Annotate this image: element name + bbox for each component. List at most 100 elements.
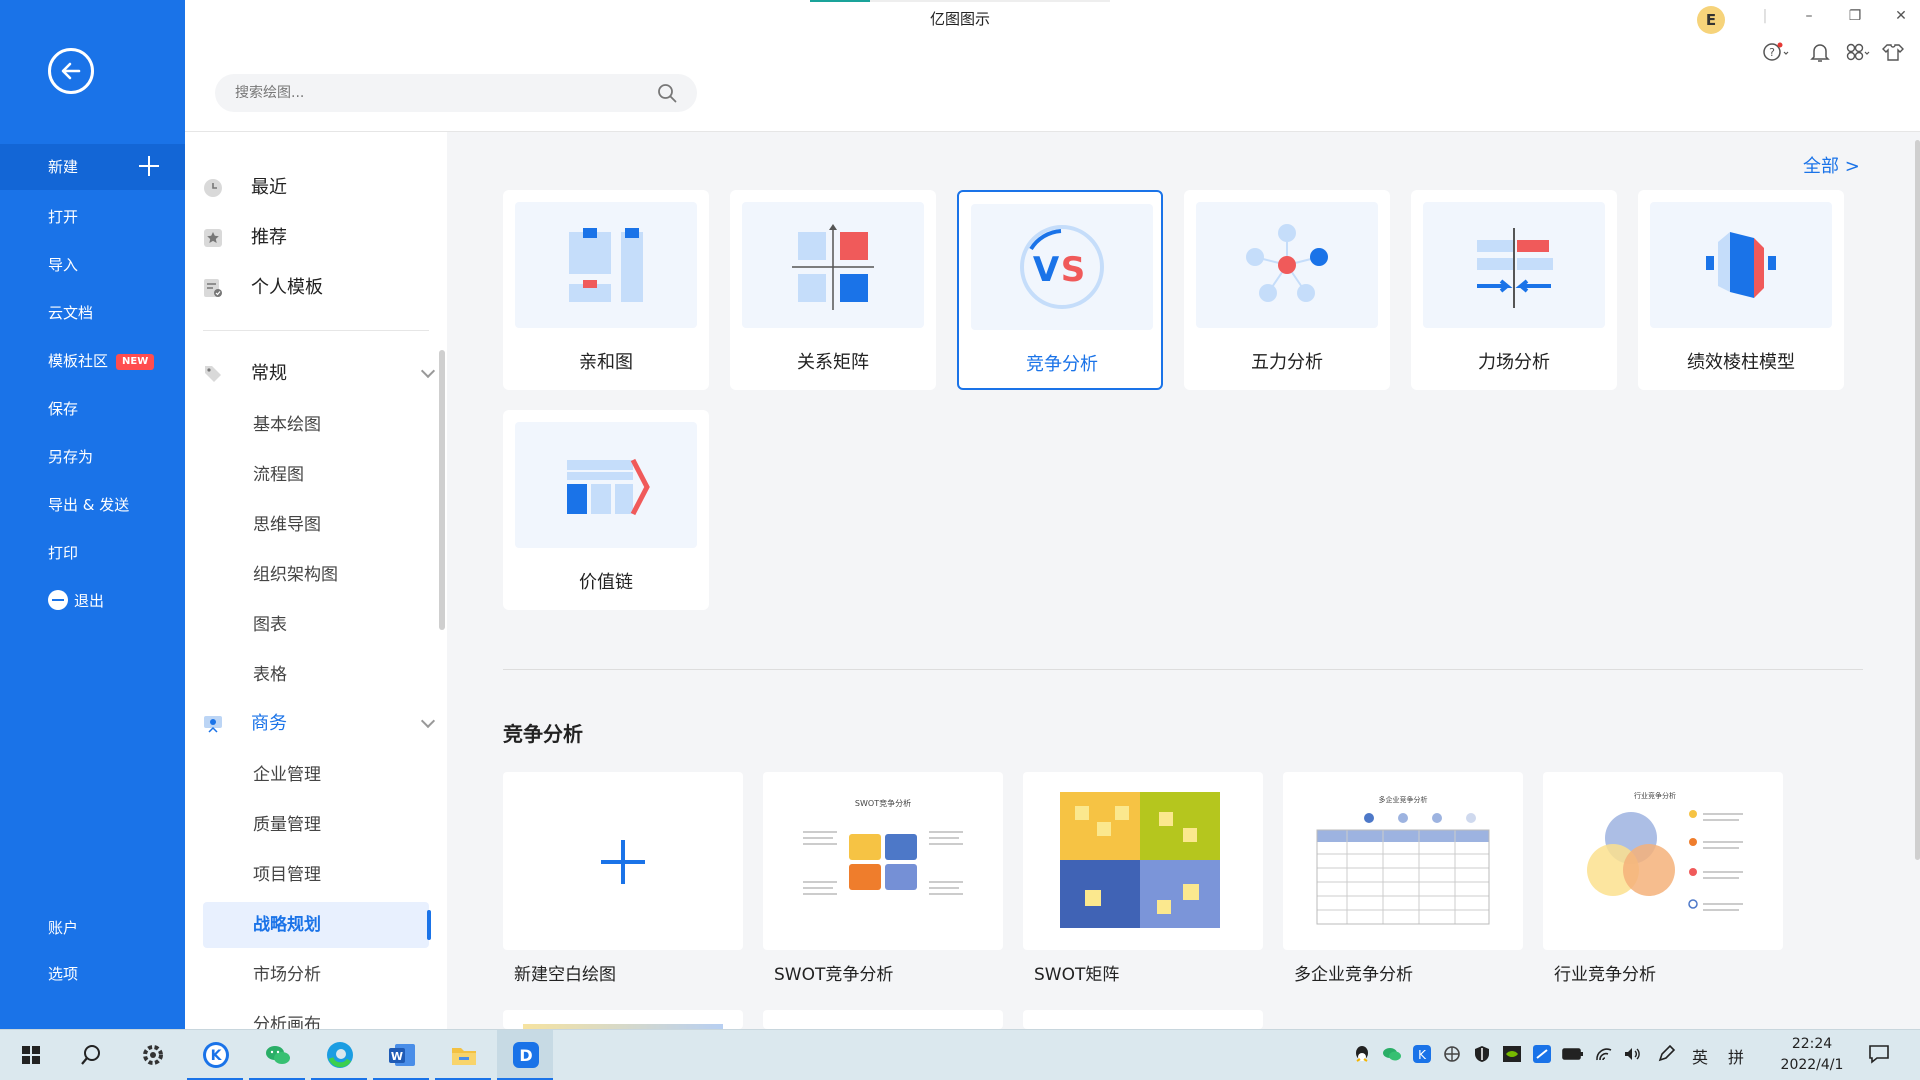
example-card-partial[interactable] — [1023, 1010, 1263, 1029]
ime-mode-indicator[interactable]: 拼 — [1728, 1044, 1744, 1068]
template-label: 五力分析 — [1251, 352, 1323, 373]
word-icon: W — [389, 1044, 415, 1066]
category-general[interactable]: 常规 — [203, 352, 443, 396]
svg-text:K: K — [1418, 1048, 1427, 1062]
arrow-left-icon — [61, 62, 81, 80]
shield-tray-icon[interactable] — [1472, 1044, 1492, 1068]
example-card-partial[interactable] — [763, 1010, 1003, 1029]
template-card-performance-prism[interactable]: 绩效棱柱模型 — [1638, 190, 1844, 390]
template-label: 关系矩阵 — [797, 352, 869, 373]
template-card-affinity[interactable]: 亲和图 — [503, 190, 709, 390]
category-business[interactable]: 商务 — [203, 702, 443, 746]
subcategory-chart[interactable]: 图表 — [203, 602, 429, 648]
close-button[interactable]: ✕ — [1889, 8, 1913, 24]
category-scrollbar[interactable] — [439, 350, 445, 630]
taskbar-settings[interactable] — [124, 1030, 180, 1080]
k-tray-icon[interactable]: K — [1412, 1044, 1432, 1068]
qq-tray-icon[interactable] — [1352, 1044, 1372, 1068]
taskbar-app-k[interactable]: K — [187, 1030, 243, 1080]
minimize-button[interactable]: – — [1797, 8, 1821, 24]
sidebar-item-cloud[interactable]: 云文档 — [0, 290, 185, 336]
help-icon[interactable]: ? — [1763, 42, 1789, 62]
restore-button[interactable]: ❐ — [1843, 8, 1867, 24]
template-card-five-forces[interactable]: 五力分析 — [1184, 190, 1390, 390]
search-icon[interactable] — [657, 83, 677, 103]
template-label: 竞争分析 — [1026, 354, 1098, 375]
personal-template-icon — [204, 279, 222, 297]
example-card-multi-enterprise[interactable]: 多企业竞争分析 — [1283, 772, 1523, 950]
user-avatar[interactable]: E — [1697, 6, 1725, 34]
category-recent[interactable]: 最近 — [203, 166, 443, 210]
wifi-tray-icon[interactable] — [1594, 1044, 1614, 1068]
gallery-scrollbar[interactable] — [1915, 140, 1920, 860]
example-card-swot[interactable]: SWOT竞争分析 — [763, 772, 1003, 950]
subcategory-orgchart[interactable]: 组织架构图 — [203, 552, 429, 598]
new-blank-drawing-card[interactable] — [503, 772, 743, 950]
back-button[interactable] — [48, 48, 94, 94]
pen-tray-icon[interactable] — [1656, 1044, 1676, 1068]
sidebar-item-options[interactable]: 选项 — [0, 951, 185, 997]
sidebar-item-save[interactable]: 保存 — [0, 386, 185, 432]
subcategory-strategy[interactable]: 战略规划 — [203, 902, 431, 948]
ime-language-indicator[interactable]: 英 — [1692, 1044, 1708, 1068]
example-card-swot-matrix[interactable] — [1023, 772, 1263, 950]
template-label: 亲和图 — [579, 352, 633, 373]
subcategory-basic[interactable]: 基本绘图 — [203, 402, 429, 448]
windows-start-button[interactable] — [2, 1030, 58, 1080]
taskbar-search-button[interactable] — [62, 1030, 118, 1080]
subcategory-project[interactable]: 项目管理 — [203, 852, 429, 898]
sidebar-item-open[interactable]: 打开 — [0, 194, 185, 240]
taskbar-word[interactable]: W — [373, 1030, 429, 1080]
template-card-competitive-analysis[interactable]: V S 竞争分析 — [957, 190, 1163, 390]
example-card-partial[interactable] — [503, 1010, 743, 1029]
template-card-value-chain[interactable]: 价值链 — [503, 410, 709, 610]
view-all-link[interactable]: 全部 > — [1803, 152, 1860, 178]
template-card-relation-matrix[interactable]: 关系矩阵 — [730, 190, 936, 390]
os-taskbar: K W D K 英 拼 22:24 2022/4/1 — [0, 1029, 1920, 1080]
sidebar-item-template-community[interactable]: 模板社区 NEW — [0, 338, 185, 384]
taskbar-wechat[interactable] — [249, 1030, 305, 1080]
sidebar-item-account[interactable]: 账户 — [0, 905, 185, 951]
sidebar-item-new[interactable]: 新建 — [0, 144, 185, 190]
sidebar-item-export[interactable]: 导出 & 发送 — [0, 482, 185, 528]
subcategory-mindmap[interactable]: 思维导图 — [203, 502, 429, 548]
windows-icon — [22, 1046, 40, 1064]
svg-text:W: W — [391, 1050, 403, 1063]
wechat-tray-icon[interactable] — [1382, 1044, 1402, 1068]
template-card-force-field[interactable]: 力场分析 — [1411, 190, 1617, 390]
shirt-icon[interactable] — [1881, 42, 1907, 62]
category-recommended[interactable]: 推荐 — [203, 216, 443, 260]
bell-icon[interactable] — [1807, 42, 1833, 62]
file-sidebar: 新建 打开 导入 云文档 模板社区 NEW 保存 另存为 导出 & 发送 打印 退… — [0, 0, 185, 1029]
sidebar-item-save-as[interactable]: 另存为 — [0, 434, 185, 480]
taskbar-edraw[interactable]: D — [497, 1030, 553, 1080]
search-icon — [81, 1045, 100, 1065]
sidebar-item-exit[interactable]: 退出 — [0, 578, 185, 624]
svg-text:K: K — [211, 1048, 223, 1064]
subcategory-enterprise[interactable]: 企业管理 — [203, 752, 429, 798]
subcategory-flowchart[interactable]: 流程图 — [203, 452, 429, 498]
update-tray-icon[interactable] — [1532, 1044, 1552, 1068]
volume-tray-icon[interactable] — [1622, 1044, 1642, 1068]
nvidia-tray-icon[interactable] — [1502, 1044, 1522, 1068]
sidebar-item-label: 保存 — [48, 400, 79, 418]
example-card-industry[interactable]: 行业竞争分析 — [1543, 772, 1783, 950]
apps-icon[interactable] — [1845, 42, 1871, 62]
taskbar-edge[interactable] — [311, 1030, 367, 1080]
battery-tray-icon[interactable] — [1562, 1044, 1584, 1068]
subcategory-market[interactable]: 市场分析 — [203, 952, 429, 998]
taskbar-file-explorer[interactable] — [435, 1030, 491, 1080]
category-label: 商务 — [251, 713, 287, 734]
search-input[interactable] — [235, 82, 635, 104]
exit-icon — [48, 589, 68, 610]
subcategory-canvas[interactable]: 分析画布 — [203, 1002, 429, 1029]
search-box[interactable] — [215, 74, 697, 112]
subcategory-quality[interactable]: 质量管理 — [203, 802, 429, 848]
network-tray-icon[interactable] — [1442, 1044, 1462, 1068]
taskbar-clock[interactable]: 22:24 2022/4/1 — [1772, 1034, 1852, 1076]
subcategory-table[interactable]: 表格 — [203, 652, 429, 698]
category-personal-templates[interactable]: 个人模板 — [203, 266, 443, 310]
notification-icon[interactable] — [1868, 1044, 1890, 1068]
sidebar-item-import[interactable]: 导入 — [0, 242, 185, 288]
sidebar-item-print[interactable]: 打印 — [0, 530, 185, 576]
